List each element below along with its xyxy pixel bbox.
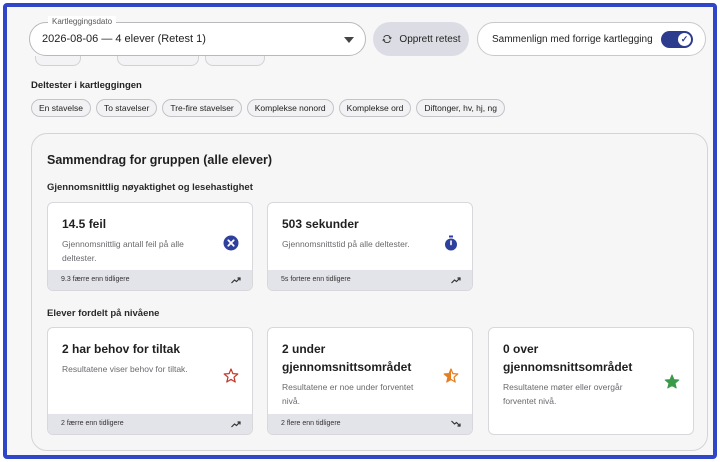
card-value: 0 over gjennomsnittsområdet	[503, 342, 633, 374]
date-field-value: 2026-08-06 — 4 elever (Retest 1)	[42, 33, 206, 45]
stopwatch-icon	[445, 235, 457, 251]
card-value: 503 sekunder	[282, 217, 359, 231]
card-description: Gjennomsnittstid på alle deltester.	[282, 239, 410, 249]
trend-down-icon	[451, 420, 461, 427]
trend-up-icon	[231, 421, 241, 428]
subtest-chip[interactable]: To stavelser	[95, 99, 158, 117]
needs-action-card: 2 har behov for tiltak Resultatene viser…	[47, 327, 253, 435]
compare-toggle-label: Sammenlign med forrige kartlegging	[492, 33, 653, 45]
page: Kartleggingsdato 2026-08-06 — 4 elever (…	[7, 7, 713, 455]
assessment-date-select[interactable]: Kartleggingsdato 2026-08-06 — 4 elever (…	[29, 16, 366, 56]
date-field-legend: Kartleggingsdato	[48, 16, 117, 28]
card-footer: 2 flere enn tidligere	[268, 414, 472, 434]
trend-up-icon	[231, 277, 241, 284]
card-footer-text: 2 flere enn tidligere	[281, 420, 341, 427]
subtest-chip[interactable]: Komplekse ord	[338, 99, 412, 117]
star-half-icon	[443, 368, 459, 383]
subtest-chip[interactable]: Tre-fire stavelser	[162, 99, 242, 117]
card-footer: 5s fortere enn tidligere	[268, 270, 472, 290]
subtests-title: Deltester i kartleggingen	[31, 80, 142, 91]
ghost-chip	[117, 56, 199, 66]
card-footer-text: 2 færre enn tidligere	[61, 420, 124, 427]
chevron-down-icon[interactable]	[344, 37, 354, 43]
card-footer-text: 9.3 færre enn tidligere	[61, 276, 130, 283]
summary-title: Sammendrag for gruppen (alle elever)	[47, 153, 273, 167]
trend-up-icon	[451, 277, 461, 284]
x-circle-icon	[223, 235, 239, 251]
create-retest-label: Opprett retest	[399, 33, 461, 45]
star-outline-icon	[223, 368, 239, 383]
time-card: 503 sekunder Gjennomsnittstid på alle de…	[267, 202, 473, 291]
card-description: Gjennomsnittlig antall feil på alle delt…	[62, 239, 184, 263]
card-value: 14.5 feil	[62, 217, 107, 231]
ghost-chip	[35, 56, 81, 66]
check-icon: ✓	[678, 33, 691, 46]
group-summary-panel: Sammendrag for gruppen (alle elever) Gje…	[31, 133, 708, 451]
above-average-card: 0 over gjennomsnittsområdet Resultatene …	[488, 327, 694, 435]
card-value: 2 under gjennomsnittsområdet	[282, 342, 412, 374]
compare-toggle-row[interactable]: Sammenlign med forrige kartlegging ✓	[477, 22, 706, 56]
below-average-card: 2 under gjennomsnittsområdet Resultatene…	[267, 327, 473, 435]
subtest-chip[interactable]: En stavelse	[31, 99, 91, 117]
subtest-chip[interactable]: Diftonger, hv, hj, ng	[416, 99, 505, 117]
subtest-chip[interactable]: Komplekse nonord	[246, 99, 334, 117]
card-footer-text: 5s fortere enn tidligere	[281, 276, 351, 283]
card-footer: 2 færre enn tidligere	[48, 414, 252, 434]
card-description: Resultatene viser behov for tiltak.	[62, 364, 188, 374]
card-value: 2 har behov for tiltak	[62, 342, 181, 356]
card-footer: 9.3 færre enn tidligere	[48, 270, 252, 290]
levels-section-title: Elever fordelt på nivåene	[47, 308, 160, 319]
window-frame: Kartleggingsdato 2026-08-06 — 4 elever (…	[3, 3, 717, 459]
errors-card: 14.5 feil Gjennomsnittlig antall feil på…	[47, 202, 253, 291]
card-description: Resultatene er noe under forventet nivå.	[282, 382, 414, 406]
accuracy-section-title: Gjennomsnittlig nøyaktighet og lesehasti…	[47, 182, 253, 193]
star-filled-icon	[664, 374, 680, 389]
subtest-chips: En stavelse To stavelser Tre-fire stavel…	[31, 99, 505, 117]
ghost-chip	[205, 56, 265, 66]
compare-toggle-switch[interactable]: ✓	[661, 31, 693, 48]
card-description: Resultatene møter eller overgår forvente…	[503, 382, 623, 406]
create-retest-button[interactable]: Opprett retest	[373, 22, 469, 56]
refresh-icon	[382, 34, 393, 44]
